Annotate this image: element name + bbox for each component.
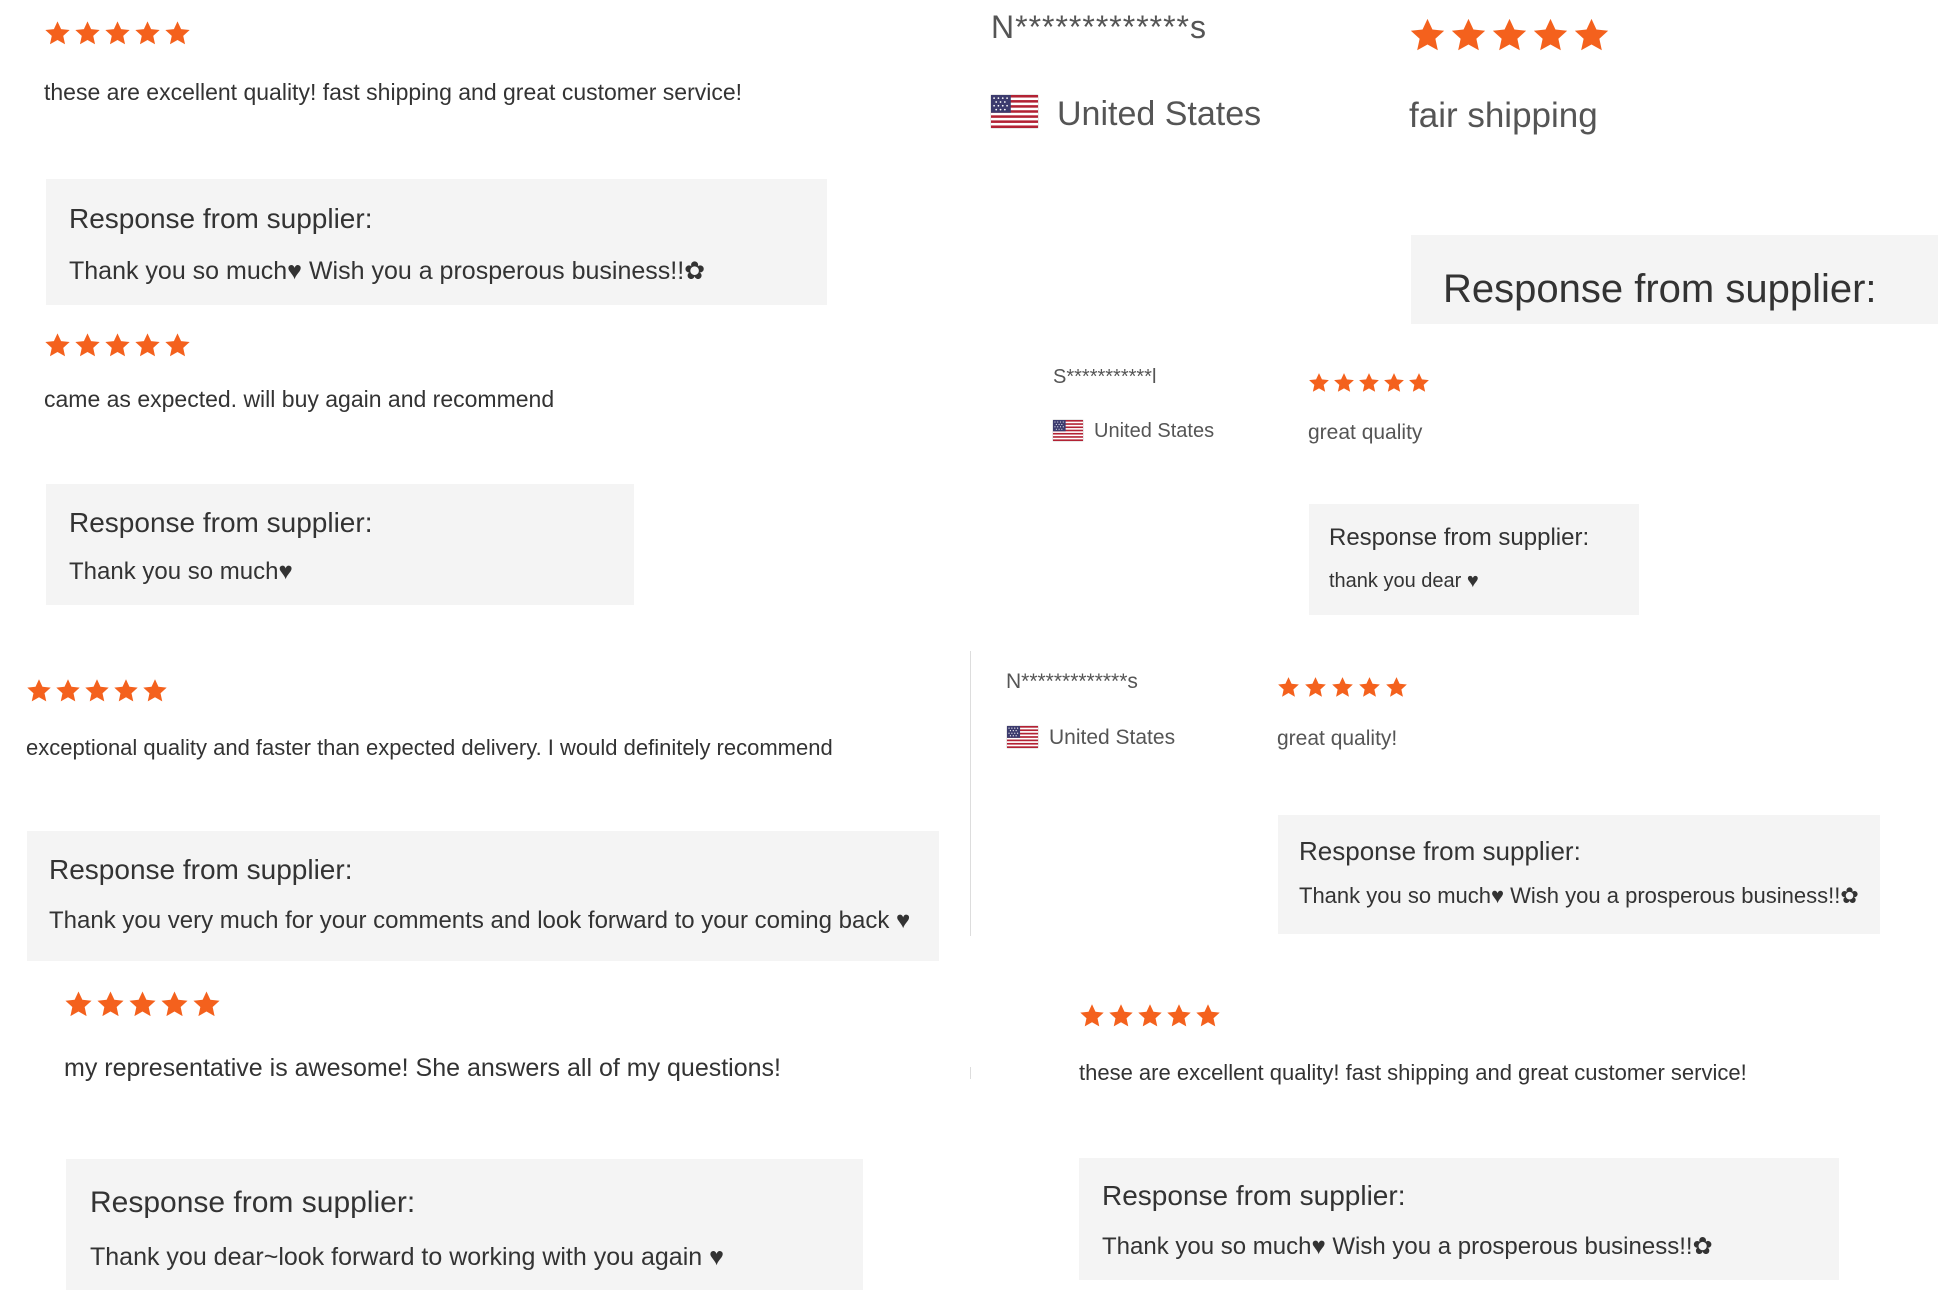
rating-stars <box>44 20 191 47</box>
review-text: my representative is awesome! She answer… <box>64 1054 781 1082</box>
supplier-response-text: Thank you dear~look forward to working w… <box>90 1243 724 1271</box>
us-flag-icon <box>1053 420 1083 441</box>
star-icon <box>56 679 80 702</box>
supplier-response-heading: Response from supplier: <box>1299 836 1581 866</box>
star-icon <box>1492 18 1527 51</box>
star-icon <box>75 21 100 45</box>
star-icon <box>114 679 138 702</box>
star-icon <box>1359 373 1379 392</box>
rating-stars <box>1079 1003 1221 1029</box>
review-text: these are excellent quality! fast shippi… <box>1079 1060 1747 1085</box>
star-icon <box>97 991 124 1017</box>
star-icon <box>105 333 130 357</box>
star-icon <box>1305 677 1326 697</box>
supplier-response: Response from supplier: Thank you dear~l… <box>66 1159 863 1290</box>
rating-stars <box>1409 17 1610 54</box>
star-icon <box>165 333 190 357</box>
reviewer-country: United States <box>1057 95 1262 133</box>
rating-stars <box>26 678 168 704</box>
supplier-response: Response from supplier: <box>1411 235 1938 324</box>
review-text: great quality <box>1308 421 1423 444</box>
column-divider <box>970 651 971 936</box>
star-icon <box>1109 1004 1133 1027</box>
supplier-response-heading: Response from supplier: <box>49 854 353 885</box>
review-text: great quality! <box>1277 727 1398 750</box>
reviewer-country: United States <box>1094 420 1215 442</box>
star-icon <box>1386 677 1407 697</box>
star-icon <box>27 679 51 702</box>
star-icon <box>135 21 160 45</box>
star-icon <box>161 991 188 1017</box>
reviewer-name: N*************s <box>1006 670 1138 693</box>
star-icon <box>165 21 190 45</box>
supplier-response: Response from supplier: Thank you so muc… <box>1079 1158 1839 1280</box>
star-icon <box>85 679 109 702</box>
supplier-response-heading: Response from supplier: <box>1102 1180 1406 1211</box>
reviewer-name: S***********l <box>1053 366 1157 388</box>
star-icon <box>1332 677 1353 697</box>
star-icon <box>1334 373 1354 392</box>
supplier-response-heading: Response from supplier: <box>90 1186 416 1219</box>
star-icon <box>1574 18 1609 51</box>
star-icon <box>75 333 100 357</box>
star-icon <box>1196 1004 1220 1027</box>
rating-stars <box>64 990 221 1019</box>
star-icon <box>129 991 156 1017</box>
us-flag-icon <box>991 95 1038 128</box>
divider-fragment <box>970 1067 971 1079</box>
rating-stars <box>44 332 191 359</box>
star-icon <box>1533 18 1568 51</box>
review-text: fair shipping <box>1409 96 1598 135</box>
review-text: exceptional quality and faster than expe… <box>26 735 833 760</box>
star-icon <box>1309 373 1329 392</box>
star-icon <box>45 333 70 357</box>
star-icon <box>1167 1004 1191 1027</box>
star-icon <box>135 333 160 357</box>
supplier-response-text: thank you dear ♥ <box>1329 570 1479 592</box>
supplier-response: Response from supplier: Thank you so muc… <box>46 179 827 305</box>
supplier-response: Response from supplier: Thank you very m… <box>27 831 939 961</box>
supplier-response-heading: Response from supplier: <box>69 507 373 538</box>
supplier-response-text: Thank you very much for your comments an… <box>49 907 911 934</box>
supplier-response: Response from supplier: Thank you so muc… <box>1278 815 1880 934</box>
star-icon <box>1451 18 1486 51</box>
star-icon <box>1384 373 1404 392</box>
star-icon <box>1080 1004 1104 1027</box>
supplier-response-heading: Response from supplier: <box>1329 524 1590 551</box>
star-icon <box>45 21 70 45</box>
star-icon <box>1138 1004 1162 1027</box>
review-text: these are excellent quality! fast shippi… <box>44 79 743 105</box>
rating-stars <box>1308 372 1430 394</box>
star-icon <box>65 991 92 1017</box>
star-icon <box>193 991 220 1017</box>
supplier-response-text: Thank you so much♥ Wish you a prosperous… <box>1299 883 1859 908</box>
supplier-response-heading: Response from supplier: <box>1443 267 1877 311</box>
star-icon <box>1409 373 1429 392</box>
supplier-response: Response from supplier: Thank you so muc… <box>46 484 634 605</box>
supplier-response: Response from supplier: thank you dear ♥ <box>1309 504 1639 615</box>
reviewer-country: United States <box>1049 726 1176 749</box>
reviewer-name: N*************s <box>991 9 1207 45</box>
star-icon <box>1410 18 1445 51</box>
supplier-response-heading: Response from supplier: <box>69 203 373 234</box>
star-icon <box>105 21 130 45</box>
supplier-response-text: Thank you so much♥ Wish you a prosperous… <box>69 257 706 285</box>
star-icon <box>1278 677 1299 697</box>
reviews-collage: these are excellent quality! fast shippi… <box>0 0 1938 1292</box>
rating-stars <box>1277 676 1408 699</box>
supplier-response-text: Thank you so much♥ Wish you a prosperous… <box>1102 1233 1713 1260</box>
us-flag-icon <box>1007 726 1038 748</box>
star-icon <box>143 679 167 702</box>
supplier-response-text: Thank you so much♥ <box>69 558 293 585</box>
star-icon <box>1359 677 1380 697</box>
review-text: came as expected. will buy again and rec… <box>44 386 555 412</box>
